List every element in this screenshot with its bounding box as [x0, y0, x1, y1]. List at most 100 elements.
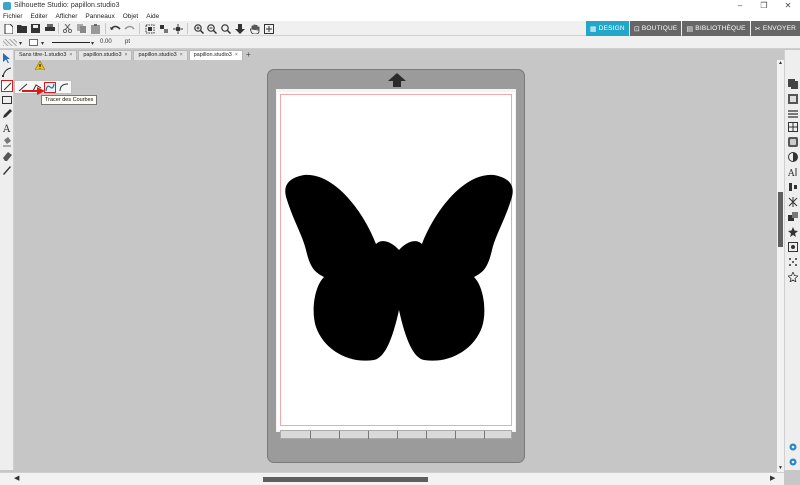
- svg-text:A: A: [2, 124, 11, 133]
- app-logo-icon: [3, 1, 11, 10]
- menu-editer[interactable]: Editer: [31, 13, 48, 20]
- align-icon[interactable]: [787, 181, 799, 193]
- fill-pattern-swatch[interactable]: [3, 39, 17, 46]
- main-toolbar: ▦ DESIGN ⊡ BOUTIQUE ▤ BIBLIOTHÈQUE ✂ ENV…: [0, 21, 800, 36]
- grid-icon[interactable]: [787, 121, 799, 133]
- cut-icon[interactable]: [62, 23, 73, 34]
- edit-points-icon[interactable]: [1, 66, 13, 78]
- settings-gear-icon[interactable]: [787, 441, 799, 453]
- group-icon[interactable]: [144, 23, 155, 34]
- open-folder-icon[interactable]: [16, 23, 27, 34]
- scroll-right-arrow-icon[interactable]: ▶: [770, 474, 775, 482]
- tab-boutique[interactable]: ⊡ BOUTIQUE: [629, 21, 682, 36]
- modify-icon[interactable]: [787, 211, 799, 223]
- fill-bucket-icon[interactable]: [1, 136, 13, 148]
- replicate-icon[interactable]: [787, 196, 799, 208]
- rectangle-tool-icon[interactable]: [1, 94, 13, 106]
- pencil-icon[interactable]: [1, 108, 13, 120]
- scroll-down-arrow-icon[interactable]: ▼: [777, 465, 784, 472]
- contrast-icon[interactable]: [787, 151, 799, 163]
- document-tab[interactable]: papillon.studio3 ×: [78, 50, 133, 60]
- star-shape-icon[interactable]: [787, 271, 799, 283]
- draw-arc-icon[interactable]: [58, 82, 70, 93]
- new-file-icon[interactable]: [3, 23, 14, 34]
- line-color-dropdown-arrow[interactable]: ▾: [41, 40, 44, 47]
- text-style-icon[interactable]: A: [787, 166, 799, 178]
- trace-icon[interactable]: [787, 241, 799, 253]
- paste-icon[interactable]: [90, 23, 101, 34]
- toolbar-separator: [187, 23, 188, 34]
- menu-panneaux[interactable]: Panneaux: [85, 13, 114, 20]
- toolbar-separator: [58, 23, 59, 34]
- line-width-input[interactable]: 0.00: [100, 39, 112, 45]
- draw-line-tool-icon[interactable]: [1, 80, 13, 92]
- menu-objet[interactable]: Objet: [123, 13, 139, 20]
- close-button[interactable]: ✕: [776, 0, 800, 11]
- line-style-preview[interactable]: [52, 42, 90, 43]
- new-tab-button[interactable]: +: [244, 50, 253, 60]
- fit-page-icon[interactable]: [263, 23, 274, 34]
- page-setup-icon[interactable]: [787, 78, 799, 90]
- close-tab-icon[interactable]: ×: [125, 51, 128, 60]
- butterfly-shape[interactable]: [284, 172, 514, 377]
- menu-aide[interactable]: Aide: [146, 13, 159, 20]
- vertical-scrollbar[interactable]: ▲ ▼: [777, 60, 784, 472]
- pan-hand-icon[interactable]: [249, 23, 260, 34]
- line-style-dropdown-arrow[interactable]: ▾: [91, 40, 94, 47]
- tab-envoyer[interactable]: ✂ ENVOYER: [750, 21, 800, 36]
- warning-icon: [35, 61, 45, 70]
- zoom-fit-icon[interactable]: [220, 23, 231, 34]
- menu-afficher[interactable]: Afficher: [56, 13, 78, 20]
- zoom-out-icon[interactable]: [206, 23, 217, 34]
- feed-direction-arrow-icon: [388, 73, 406, 87]
- document-tab[interactable]: Sans titre-1.studio3 ×: [14, 50, 78, 60]
- select-arrow-icon[interactable]: [1, 52, 13, 64]
- design-icon: ▦: [589, 25, 597, 33]
- tab-envoyer-label: ENVOYER: [762, 25, 796, 32]
- zoom-in-icon[interactable]: [193, 23, 204, 34]
- right-panels-toolbar: A: [784, 50, 800, 470]
- document-tab-label: papillon.studio3: [83, 52, 122, 58]
- ruler-tick: [397, 431, 398, 439]
- select-all-icon[interactable]: [172, 23, 183, 34]
- tab-bibliotheque[interactable]: ▤ BIBLIOTHÈQUE: [682, 21, 750, 36]
- copy-icon[interactable]: [76, 23, 87, 34]
- menu-fichier[interactable]: Fichier: [3, 13, 23, 20]
- tab-design[interactable]: ▦ DESIGN: [585, 21, 629, 36]
- horizontal-scroll-thumb[interactable]: [263, 477, 428, 482]
- store-icon: ⊡: [633, 25, 640, 33]
- close-tab-icon[interactable]: ×: [180, 51, 183, 60]
- text-tool-icon[interactable]: A: [1, 122, 13, 134]
- horizontal-scrollbar[interactable]: ◀ ▶: [0, 472, 784, 485]
- close-tab-icon[interactable]: ×: [235, 51, 238, 60]
- fill-dropdown-arrow[interactable]: ▾: [19, 40, 22, 47]
- sketch-icon[interactable]: [787, 256, 799, 268]
- document-tab[interactable]: papillon.studio3 ×: [133, 50, 188, 60]
- redo-icon[interactable]: [124, 23, 135, 34]
- fill-color-icon[interactable]: [787, 136, 799, 148]
- vertical-scroll-thumb[interactable]: [778, 192, 783, 247]
- minimize-button[interactable]: –: [728, 0, 752, 11]
- gear-icon[interactable]: [787, 456, 799, 468]
- line-color-swatch[interactable]: [29, 39, 38, 46]
- scroll-left-arrow-icon[interactable]: ◀: [14, 474, 19, 482]
- registration-marks-icon[interactable]: [787, 108, 799, 120]
- document-tab-label: papillon.studio3: [193, 52, 232, 58]
- document-tab-active[interactable]: papillon.studio3 ×: [188, 50, 243, 60]
- undo-icon[interactable]: [110, 23, 121, 34]
- maximize-button[interactable]: ❐: [752, 0, 776, 11]
- design-tabs: ▦ DESIGN ⊡ BOUTIQUE ▤ BIBLIOTHÈQUE ✂ ENV…: [585, 21, 800, 36]
- window-title: Silhouette Studio: papillon.studio3: [14, 2, 120, 9]
- scroll-up-arrow-icon[interactable]: ▲: [777, 60, 784, 67]
- move-down-icon[interactable]: [234, 23, 245, 34]
- ungroup-icon[interactable]: [158, 23, 169, 34]
- media-icon[interactable]: [787, 93, 799, 105]
- toolbar-separator: [139, 23, 140, 34]
- close-tab-icon[interactable]: ×: [69, 51, 72, 60]
- knife-icon[interactable]: [1, 164, 13, 176]
- print-icon[interactable]: [44, 23, 55, 34]
- save-icon[interactable]: [30, 23, 41, 34]
- offset-icon[interactable]: [787, 226, 799, 238]
- ruler-tick: [339, 431, 340, 439]
- eraser-icon[interactable]: [1, 150, 13, 162]
